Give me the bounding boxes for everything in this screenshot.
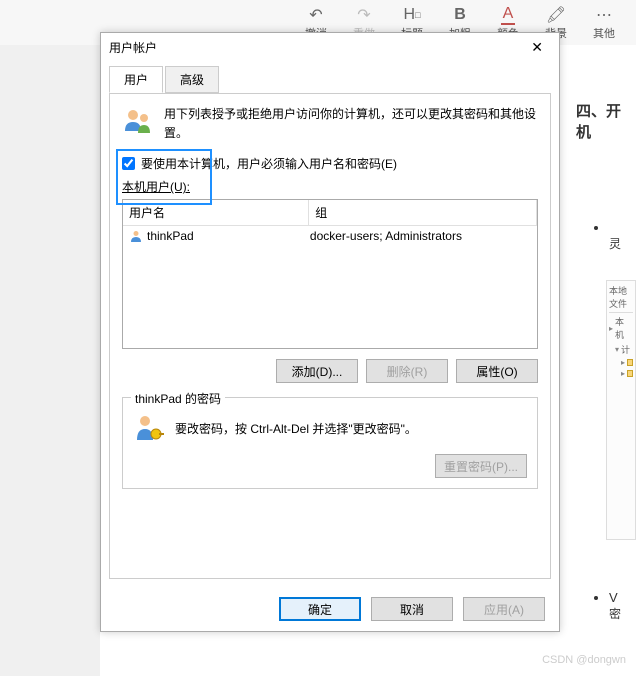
watermark: CSDN @dongwn (542, 654, 626, 666)
remove-button: 删除(R) (366, 359, 448, 383)
col-group[interactable]: 组 (309, 200, 537, 225)
apply-button: 应用(A) (463, 597, 545, 621)
reset-password-button: 重置密码(P)... (435, 454, 527, 478)
bg-mini-t1: 本地 (609, 284, 633, 297)
bg-bullet-list-2: V密 (609, 575, 621, 637)
list-row[interactable]: thinkPad docker-users; Administrators (123, 226, 537, 246)
user-accounts-dialog: 用户帐户 ✕ 用户 高级 用下列表授予或拒绝用户访问你的计算机，还可以更改其密码… (100, 32, 560, 632)
cell-group: docker-users; Administrators (310, 229, 531, 243)
user-list[interactable]: 用户名 组 thinkPad docker-users; Administrat… (122, 199, 538, 349)
require-login-checkbox[interactable] (122, 157, 135, 170)
password-groupbox: thinkPad 的密码 要改密码，按 Ctrl-Alt-Del 并选择"更改密… (122, 397, 538, 489)
user-icon (129, 229, 143, 243)
add-button[interactable]: 添加(D)... (276, 359, 358, 383)
dialog-title: 用户帐户 (109, 39, 157, 56)
bg-mini-t2: 文件 (609, 297, 633, 310)
bg-bullet-list: 灵 (609, 205, 621, 267)
user-list-label: 本机用户(U): (122, 178, 538, 195)
section-heading: 四、开机 (571, 90, 636, 152)
tab-users[interactable]: 用户 (109, 66, 163, 93)
password-legend: thinkPad 的密码 (131, 390, 225, 407)
undo-icon: ↶ (309, 5, 322, 25)
bg-bullet-1: 灵 (609, 220, 621, 252)
password-text: 要改密码，按 Ctrl-Alt-Del 并选择"更改密码"。 (175, 420, 417, 437)
list-buttons: 添加(D)... 删除(R) 属性(O) (122, 359, 538, 383)
cancel-button[interactable]: 取消 (371, 597, 453, 621)
other-button[interactable]: ⋯ 其他 (580, 0, 628, 45)
dialog-footer: 确定 取消 应用(A) (101, 587, 559, 631)
info-row: 用下列表授予或拒绝用户访问你的计算机，还可以更改其密码和其他设置。 (122, 105, 538, 143)
info-text: 用下列表授予或拒绝用户访问你的计算机，还可以更改其密码和其他设置。 (164, 105, 538, 143)
bg-tree-panel: 本地 文件 ▸本机 ▾计 ▸ ▸ (606, 280, 636, 540)
tab-strip: 用户 高级 (109, 66, 551, 94)
users-icon (122, 105, 154, 137)
tab-advanced[interactable]: 高级 (165, 66, 219, 93)
bold-icon: B (454, 5, 466, 25)
more-icon: ⋯ (596, 5, 612, 25)
dialog-titlebar[interactable]: 用户帐户 ✕ (101, 33, 559, 61)
col-username[interactable]: 用户名 (123, 200, 309, 225)
require-login-label[interactable]: 要使用本计算机，用户必须输入用户名和密码(E) (141, 155, 397, 172)
tab-panel-users: 用下列表授予或拒绝用户访问你的计算机，还可以更改其密码和其他设置。 要使用本计算… (109, 93, 551, 579)
redo-icon: ↷ (357, 5, 370, 25)
password-icon (133, 412, 165, 444)
list-header: 用户名 组 (123, 200, 537, 226)
color-icon: A (501, 5, 516, 25)
other-label: 其他 (593, 25, 615, 41)
properties-button[interactable]: 属性(O) (456, 359, 538, 383)
highlight-icon: 🖍 (546, 5, 566, 25)
cell-username: thinkPad (147, 229, 194, 243)
close-button[interactable]: ✕ (523, 37, 551, 58)
heading-icon: H□ (404, 5, 421, 25)
require-login-row: 要使用本计算机，用户必须输入用户名和密码(E) (122, 155, 538, 172)
bg-bullet-2: V密 (609, 590, 621, 622)
ok-button[interactable]: 确定 (279, 597, 361, 621)
bg-left-gutter (0, 45, 100, 676)
